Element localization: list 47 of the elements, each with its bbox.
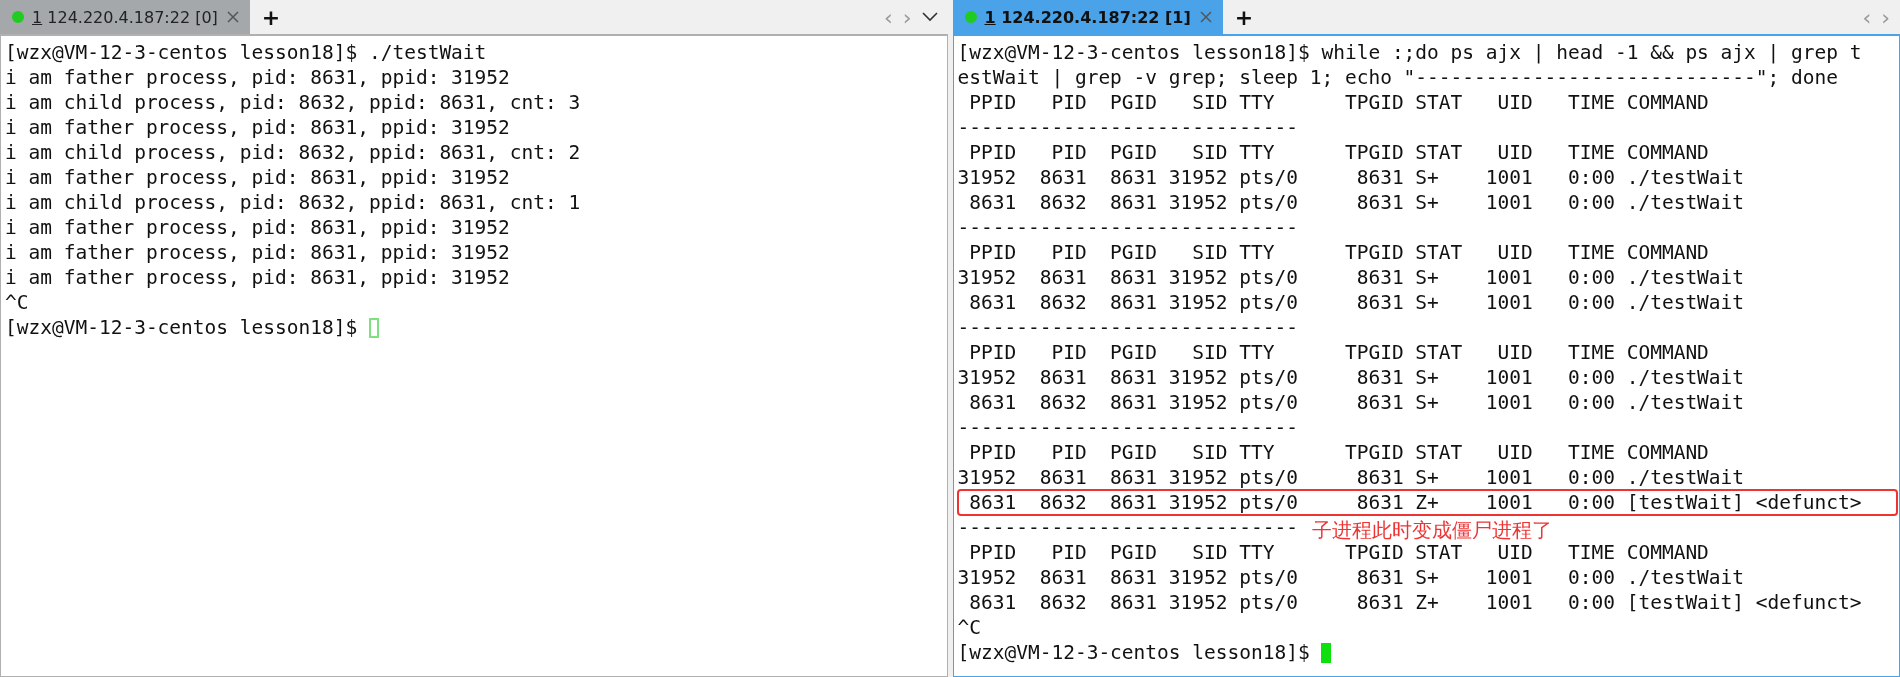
- session-tab[interactable]: 1 124.220.4.187:22 [1]: [952, 0, 1223, 34]
- terminal-line: [wzx@VM-12-3-centos lesson18]$: [957, 640, 1311, 665]
- terminal-line: 8631 8632 8631 31952 pts/0 8631 S+ 1001 0:00 ./testWait: [968, 190, 1745, 215]
- terminal-line: PPID PID PGID SID TTY TPGID STAT UID TIME COMMAND: [968, 140, 1709, 165]
- terminal-line: 8631 8632 8631 31952 pts/0 8631 Z+ 1001 0:00 [testWait] <defunct>: [968, 490, 1862, 515]
- terminal-line: ^C: [5, 290, 29, 315]
- terminal-line: 8631 8632 8631 31952 pts/0 8631 S+ 1001 0:00 ./testWait: [968, 290, 1745, 315]
- status-dot-icon: [12, 11, 24, 23]
- status-dot-icon: [964, 11, 977, 23]
- terminal-line: -----------------------------: [957, 115, 1298, 140]
- terminal-line: i am father process, pid: 8631, ppid: 31952: [5, 65, 510, 90]
- terminal-line: i am father process, pid: 8631, ppid: 31952: [5, 165, 510, 190]
- terminal-line: i am child process, pid: 8632, ppid: 8631, cnt: 2: [5, 140, 581, 165]
- terminal-line: 31952 8631 8631 31952 pts/0 8631 S+ 1001 0:00 ./testWait: [957, 165, 1745, 190]
- terminal-line: 8631 8632 8631 31952 pts/0 8631 S+ 1001 0:00 ./testWait: [968, 390, 1745, 415]
- terminal-line: -----------------------------: [957, 215, 1298, 240]
- terminal-line: 31952 8631 8631 31952 pts/0 8631 S+ 1001 0:00 ./testWait: [957, 265, 1745, 290]
- terminal-line: PPID PID PGID SID TTY TPGID STAT UID TIME COMMAND: [968, 90, 1709, 115]
- terminal-line: 31952 8631 8631 31952 pts/0 8631 S+ 1001 0:00 ./testWait: [957, 565, 1745, 590]
- terminal-line: [wzx@VM-12-3-centos lesson18]$ ./testWait: [5, 40, 487, 65]
- new-tab-button[interactable]: +: [1222, 0, 1266, 34]
- chevron-down-icon[interactable]: [921, 12, 938, 22]
- terminal-line: estWait | grep -v grep; sleep 1; echo "-----------------------------"; done: [957, 65, 1838, 90]
- close-icon[interactable]: [225, 10, 240, 24]
- terminal-line: i am child process, pid: 8632, ppid: 8631, cnt: 1: [5, 190, 581, 215]
- terminal-line: i am father process, pid: 8631, ppid: 31952: [5, 265, 510, 290]
- terminal-line: PPID PID PGID SID TTY TPGID STAT UID TIME COMMAND: [968, 340, 1709, 365]
- terminal-line: -----------------------------: [957, 315, 1298, 340]
- close-icon[interactable]: [1198, 10, 1213, 24]
- terminal-line: PPID PID PGID SID TTY TPGID STAT UID TIME COMMAND: [968, 440, 1709, 465]
- annotation-text: 子进程此时变成僵尸进程了: [1311, 518, 1552, 543]
- new-tab-button[interactable]: +: [249, 0, 293, 34]
- terminal-line: 8631 8632 8631 31952 pts/0 8631 Z+ 1001 0:00 [testWait] <defunct>: [968, 590, 1862, 615]
- terminal-line: i am father process, pid: 8631, ppid: 31952: [5, 115, 510, 140]
- terminal-line: PPID PID PGID SID TTY TPGID STAT UID TIME COMMAND: [968, 240, 1709, 265]
- terminal-line: i am child process, pid: 8632, ppid: 8631, cnt: 3: [5, 90, 581, 115]
- terminal-line: 31952 8631 8631 31952 pts/0 8631 S+ 1001 0:00 ./testWait: [957, 365, 1745, 390]
- terminal-line: PPID PID PGID SID TTY TPGID STAT UID TIME COMMAND: [968, 540, 1709, 565]
- terminal-line: i am father process, pid: 8631, ppid: 31952: [5, 215, 510, 240]
- terminal-line: -----------------------------: [957, 515, 1298, 540]
- terminal-line: [wzx@VM-12-3-centos lesson18]$ while :;do ps ajx | head -1 && ps ajx | grep t: [957, 40, 1862, 65]
- session-tab[interactable]: 1 124.220.4.187:22 [0]: [0, 0, 250, 34]
- terminal-line: i am father process, pid: 8631, ppid: 31952: [5, 240, 510, 265]
- terminal-line: ^C: [957, 615, 981, 640]
- terminal-line: -----------------------------: [957, 415, 1298, 440]
- terminal-line: [wzx@VM-12-3-centos lesson18]$: [5, 315, 359, 340]
- terminal-line: 31952 8631 8631 31952 pts/0 8631 S+ 1001 0:00 ./testWait: [957, 465, 1745, 490]
